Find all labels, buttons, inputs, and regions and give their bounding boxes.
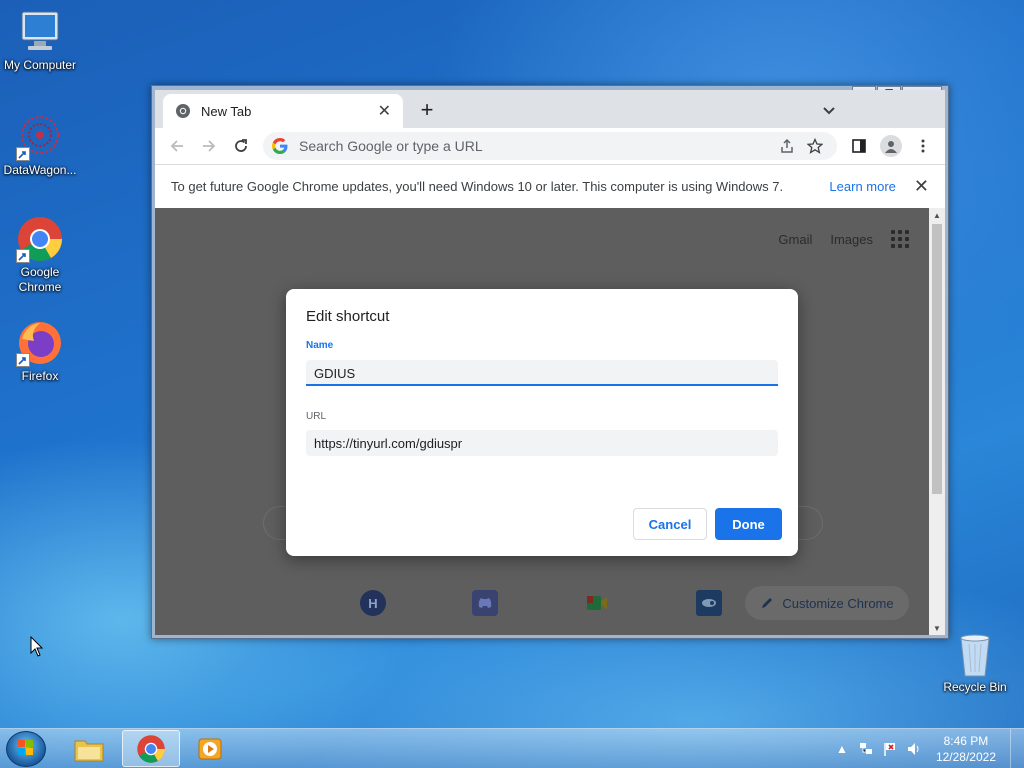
taskbar: ▲ 8:46 PM 12/28/2022 bbox=[0, 728, 1024, 768]
url-field[interactable]: https://tinyurl.com/gdiuspr bbox=[306, 430, 778, 456]
desktop-icon-label: My Computer bbox=[3, 58, 77, 72]
tab-strip: New Tab ✕ + bbox=[155, 90, 945, 128]
windows-logo-icon bbox=[18, 740, 33, 755]
clock-time: 8:46 PM bbox=[943, 734, 989, 748]
side-panel-button[interactable] bbox=[843, 132, 875, 160]
name-field[interactable]: GDIUS bbox=[306, 360, 778, 386]
desktop-icon-datawagon[interactable]: DataWagon... bbox=[0, 113, 80, 178]
chrome-favicon-icon bbox=[176, 104, 190, 118]
google-meet-icon[interactable] bbox=[584, 590, 610, 616]
dialog-title: Edit shortcut bbox=[306, 308, 390, 325]
google-apps-icon[interactable] bbox=[891, 230, 909, 248]
edit-shortcut-dialog: Edit shortcut Name GDIUS URL https://tin… bbox=[286, 289, 798, 556]
kebab-menu-icon bbox=[921, 139, 925, 153]
learn-more-link[interactable]: Learn more bbox=[829, 179, 895, 194]
tinyurl-icon[interactable] bbox=[696, 590, 722, 616]
scroll-down-arrow-icon[interactable]: ▼ bbox=[929, 621, 945, 635]
shortcut-tile-h[interactable]: H bbox=[360, 590, 386, 616]
pencil-icon bbox=[762, 598, 773, 608]
tab-search-chevron-icon[interactable] bbox=[819, 100, 839, 120]
tile-letter: H bbox=[368, 595, 378, 611]
profile-button[interactable] bbox=[875, 132, 907, 160]
reload-icon bbox=[235, 139, 247, 152]
show-desktop-button[interactable] bbox=[1010, 729, 1024, 768]
network-icon[interactable] bbox=[858, 741, 874, 757]
recycle-bin-icon bbox=[951, 630, 999, 678]
firefox-icon bbox=[16, 319, 64, 367]
customize-chrome-label: Customize Chrome bbox=[782, 595, 894, 611]
desktop-icon-google-chrome[interactable]: Google Chrome bbox=[0, 215, 80, 295]
omnibox[interactable]: Search Google or type a URL bbox=[263, 132, 837, 160]
new-tab-button[interactable]: + bbox=[415, 97, 439, 122]
omnibox-placeholder: Search Google or type a URL bbox=[299, 138, 483, 154]
desktop-icon-label: Firefox bbox=[21, 369, 59, 383]
reload-button[interactable] bbox=[225, 132, 257, 160]
tab-new-tab[interactable]: New Tab ✕ bbox=[163, 94, 403, 128]
back-button[interactable] bbox=[161, 132, 193, 160]
action-center-flag-icon[interactable] bbox=[882, 741, 898, 757]
start-button[interactable] bbox=[6, 731, 46, 767]
customize-chrome-button[interactable]: Customize Chrome bbox=[745, 586, 909, 620]
infobar-close-icon[interactable]: ✕ bbox=[914, 176, 929, 197]
ntp-header-links: Gmail Images bbox=[778, 230, 909, 248]
datawagon-icon bbox=[16, 113, 64, 161]
done-button[interactable]: Done bbox=[715, 508, 782, 540]
chrome-taskbar-icon bbox=[137, 734, 165, 763]
discord-icon[interactable] bbox=[472, 590, 498, 616]
toolbar: Search Google or type a URL bbox=[155, 128, 945, 164]
media-player-icon bbox=[198, 738, 222, 759]
ntp-shortcut-tiles: H bbox=[360, 590, 722, 616]
clock-date: 12/28/2022 bbox=[935, 750, 996, 764]
desktop-icon-label: DataWagon... bbox=[3, 163, 77, 177]
name-label: Name bbox=[306, 340, 334, 351]
computer-icon bbox=[16, 8, 64, 56]
desktop-icon-label: Google Chrome bbox=[18, 265, 62, 294]
images-link[interactable]: Images bbox=[830, 232, 873, 247]
taskbar-media-player[interactable] bbox=[182, 730, 240, 767]
tab-title: New Tab bbox=[201, 103, 252, 119]
bookmark-star-icon[interactable] bbox=[801, 132, 829, 160]
desktop-icon-my-computer[interactable]: My Computer bbox=[0, 8, 80, 73]
scroll-thumb[interactable] bbox=[932, 224, 942, 494]
google-g-icon bbox=[272, 138, 288, 154]
scroll-up-arrow-icon[interactable]: ▲ bbox=[929, 208, 945, 222]
shortcut-arrow-icon bbox=[16, 249, 30, 263]
shortcut-arrow-icon bbox=[16, 147, 30, 161]
page-scrollbar[interactable]: ▲ ▼ bbox=[929, 208, 945, 635]
menu-button[interactable] bbox=[907, 132, 939, 160]
clock[interactable]: 8:46 PM 12/28/2022 bbox=[936, 733, 996, 765]
share-icon[interactable] bbox=[773, 132, 801, 160]
back-arrow-icon bbox=[170, 140, 183, 152]
desktop-icon-label: Recycle Bin bbox=[943, 680, 1007, 694]
volume-icon[interactable] bbox=[906, 741, 922, 757]
taskbar-chrome[interactable] bbox=[122, 730, 180, 767]
side-panel-icon bbox=[852, 139, 866, 153]
mouse-cursor-icon bbox=[30, 636, 44, 657]
tab-close-icon[interactable]: ✕ bbox=[378, 101, 391, 121]
url-label: URL bbox=[306, 411, 327, 422]
cancel-button[interactable]: Cancel bbox=[633, 508, 707, 540]
gmail-link[interactable]: Gmail bbox=[778, 232, 812, 247]
system-tray: ▲ 8:46 PM 12/28/2022 bbox=[830, 729, 1024, 768]
taskbar-explorer[interactable] bbox=[60, 730, 118, 767]
update-infobar: To get future Google Chrome updates, you… bbox=[155, 164, 945, 208]
chrome-icon bbox=[16, 215, 64, 263]
desktop-icon-recycle-bin[interactable]: Recycle Bin bbox=[935, 630, 1015, 695]
desktop-icon-firefox[interactable]: Firefox bbox=[0, 319, 80, 384]
forward-arrow-icon bbox=[203, 140, 216, 152]
forward-button[interactable] bbox=[193, 132, 225, 160]
infobar-text: To get future Google Chrome updates, you… bbox=[171, 179, 784, 194]
shortcut-arrow-icon bbox=[16, 353, 30, 367]
folder-icon bbox=[74, 740, 104, 761]
profile-avatar-icon bbox=[880, 135, 902, 157]
show-hidden-icons-icon[interactable]: ▲ bbox=[834, 741, 850, 757]
